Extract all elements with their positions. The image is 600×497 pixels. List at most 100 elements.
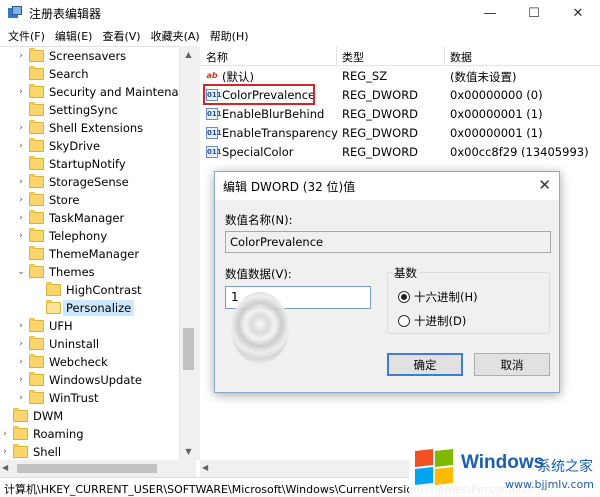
- tree-item-telephony[interactable]: › Telephony: [16, 227, 107, 245]
- tree-item-screensavers[interactable]: › Screensavers: [16, 47, 126, 65]
- regedit-icon: [8, 6, 22, 20]
- expand-arrow-icon[interactable]: ›: [16, 321, 26, 331]
- expand-arrow-icon[interactable]: ›: [16, 339, 26, 349]
- dword-value-icon: 011: [206, 108, 222, 120]
- tree-item-security[interactable]: › Security and Maintenance: [16, 83, 196, 101]
- column-header-name[interactable]: 名称: [206, 49, 228, 65]
- string-value-icon: ab: [206, 71, 218, 80]
- dialog-close-icon[interactable]: ✕: [538, 176, 551, 194]
- radio-decimal[interactable]: 十进制(D): [398, 313, 466, 329]
- tree-horizontal-scrollbar[interactable]: ◀: [0, 460, 196, 477]
- tree-item-storagesense[interactable]: › StorageSense: [16, 173, 129, 191]
- expand-arrow-icon[interactable]: ›: [16, 51, 26, 61]
- radio-checked-icon[interactable]: [398, 291, 410, 303]
- tree-item-taskmanager[interactable]: › TaskManager: [16, 209, 124, 227]
- folder-open-icon: [46, 300, 61, 314]
- tree-item-webcheck[interactable]: › Webcheck: [16, 353, 108, 371]
- tree-item-uninstall[interactable]: › Uninstall: [16, 335, 99, 353]
- expand-arrow-icon[interactable]: ›: [16, 141, 26, 151]
- cancel-button[interactable]: 取消: [474, 353, 550, 376]
- folder-icon: [29, 264, 44, 278]
- menu-file[interactable]: 文件(F): [4, 28, 49, 44]
- collapse-arrow-icon[interactable]: ⌄: [16, 267, 26, 277]
- value-row-enabletransparency[interactable]: 011 EnableTransparency REG_DWORD 0x00000…: [200, 124, 600, 143]
- folder-icon: [13, 426, 28, 440]
- folder-icon: [29, 210, 44, 224]
- edit-dword-dialog: 编辑 DWORD (32 位)值 ✕ 数值名称(N): ColorPrevale…: [214, 171, 560, 393]
- close-button[interactable]: ✕: [556, 0, 600, 26]
- expand-arrow-icon[interactable]: ›: [0, 447, 10, 457]
- menu-favorites[interactable]: 收藏夹(A): [147, 28, 204, 44]
- radio-unchecked-icon[interactable]: [398, 315, 410, 327]
- tree-item-highcontrast[interactable]: HighContrast: [33, 281, 142, 299]
- folder-icon: [29, 336, 44, 350]
- expand-arrow-icon[interactable]: ›: [16, 231, 26, 241]
- tree-item-wintrust[interactable]: › WinTrust: [16, 389, 98, 407]
- folder-icon: [13, 408, 28, 422]
- tree-item-skydrive[interactable]: › SkyDrive: [16, 137, 100, 155]
- tree-item-ufh[interactable]: › UFH: [16, 317, 73, 335]
- tree-item-settingsync[interactable]: SettingSync: [16, 101, 118, 119]
- tree-item-roaming[interactable]: › Roaming: [0, 425, 84, 443]
- title-bar: 注册表编辑器 — ☐ ✕: [0, 0, 600, 26]
- minimize-button[interactable]: —: [468, 0, 512, 26]
- folder-icon: [29, 174, 44, 188]
- radio-hexadecimal[interactable]: 十六进制(H): [398, 289, 478, 305]
- scroll-down-icon[interactable]: ▼: [180, 443, 197, 460]
- scroll-thumb[interactable]: [183, 328, 194, 370]
- folder-icon: [29, 246, 44, 260]
- tree-item-shell[interactable]: › Shell: [0, 443, 61, 460]
- base-group: 基数 十六进制(H) 十进制(D): [387, 265, 550, 334]
- scroll-left-icon[interactable]: ◀: [202, 463, 208, 472]
- tree-item-windowsupdate[interactable]: › WindowsUpdate: [16, 371, 142, 389]
- expand-arrow-icon[interactable]: ›: [16, 87, 26, 97]
- red-highlight-box: [203, 84, 315, 105]
- menu-bar: 文件(F) 编辑(E) 查看(V) 收藏夹(A) 帮助(H): [0, 26, 600, 46]
- expand-arrow-icon[interactable]: ›: [16, 357, 26, 367]
- value-row-specialcolor[interactable]: 011 SpecialColor REG_DWORD 0x00cc8f29 (1…: [200, 143, 600, 162]
- dialog-title-bar: 编辑 DWORD (32 位)值 ✕: [215, 172, 559, 200]
- expand-arrow-icon[interactable]: ›: [16, 195, 26, 205]
- scroll-thumb[interactable]: [17, 464, 157, 473]
- tree-item-personalize[interactable]: Personalize: [33, 299, 135, 317]
- expand-arrow-icon[interactable]: ›: [16, 375, 26, 385]
- expand-arrow-icon[interactable]: ›: [16, 393, 26, 403]
- folder-icon: [13, 444, 28, 458]
- menu-help[interactable]: 帮助(H): [206, 28, 253, 44]
- list-header: 名称 类型 数据: [200, 46, 600, 66]
- watermark-brand: Windows: [461, 452, 545, 473]
- menu-edit[interactable]: 编辑(E): [51, 28, 97, 44]
- tree-item-startupnotify[interactable]: StartupNotify: [16, 155, 126, 173]
- value-name-label: 数值名称(N):: [225, 213, 293, 227]
- tree-item-dwm[interactable]: DWM: [0, 407, 63, 425]
- column-header-type[interactable]: 类型: [342, 49, 364, 65]
- value-name-field: ColorPrevalence: [225, 231, 551, 253]
- folder-icon: [29, 138, 44, 152]
- site-watermark: Windows 系统之家 www.bjjmlv.com: [409, 442, 600, 497]
- folder-icon: [29, 66, 44, 80]
- expand-arrow-icon[interactable]: ›: [16, 213, 26, 223]
- registry-tree[interactable]: › Screensavers Search › Security and Maint…: [0, 46, 196, 460]
- dword-value-icon: 011: [206, 127, 222, 139]
- expand-arrow-icon[interactable]: ›: [16, 123, 26, 133]
- folder-icon: [29, 120, 44, 134]
- expand-arrow-icon[interactable]: ›: [16, 177, 26, 187]
- tree-item-search[interactable]: Search: [16, 65, 89, 83]
- value-row-enableblurbehind[interactable]: 011 EnableBlurBehind REG_DWORD 0x0000000…: [200, 105, 600, 124]
- base-label: 基数: [392, 265, 419, 281]
- tree-vertical-scrollbar[interactable]: ▲ ▼: [179, 46, 196, 460]
- folder-icon: [29, 192, 44, 206]
- folder-icon: [29, 156, 44, 170]
- tree-item-themes[interactable]: ⌄ Themes: [16, 263, 95, 281]
- dialog-title: 编辑 DWORD (32 位)值: [223, 180, 356, 194]
- menu-view[interactable]: 查看(V): [98, 28, 144, 44]
- expand-arrow-icon[interactable]: ›: [0, 429, 10, 439]
- tree-item-thememanager[interactable]: ThemeManager: [16, 245, 139, 263]
- scroll-up-icon[interactable]: ▲: [180, 46, 197, 63]
- column-header-data[interactable]: 数据: [450, 49, 472, 65]
- tree-item-shell-extensions[interactable]: › Shell Extensions: [16, 119, 143, 137]
- tree-item-store[interactable]: › Store: [16, 191, 79, 209]
- scroll-left-icon[interactable]: ◀: [2, 463, 8, 472]
- ok-button[interactable]: 确定: [387, 353, 463, 376]
- maximize-button[interactable]: ☐: [512, 0, 556, 26]
